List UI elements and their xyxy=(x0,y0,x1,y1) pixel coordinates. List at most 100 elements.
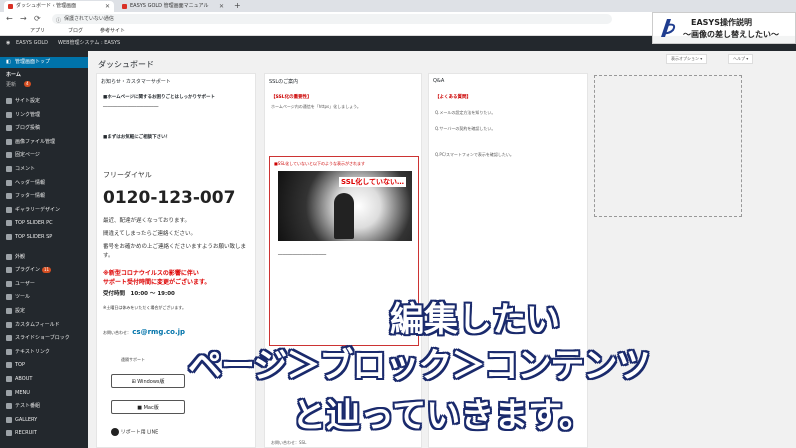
button-label: Windows版 xyxy=(137,379,165,385)
admin-bar-system[interactable]: WEB管理システム : EASYS xyxy=(58,36,120,51)
qa-item[interactable]: Q.サーバーの契約を確認したい。 xyxy=(435,126,495,132)
screen-options-button[interactable]: 表示オプション ▾ xyxy=(666,54,708,64)
support-body-3: 番号をお確かめの上ご連絡くださいますようお願い致します。 xyxy=(103,244,247,259)
forward-button[interactable]: → xyxy=(20,12,27,26)
support-email-link[interactable]: cs@rmg.co.jp xyxy=(132,328,185,336)
caption-line-1: 編集したい xyxy=(390,300,560,340)
sidebar-item-dashboard[interactable]: ◧ 管理画面トップ xyxy=(0,57,88,68)
line-support-row[interactable]: リポート用 LINE xyxy=(111,428,158,436)
menu-icon xyxy=(6,308,12,314)
info-icon[interactable]: ⓘ xyxy=(56,16,61,26)
sidebar-item[interactable]: TOP xyxy=(0,359,88,371)
menu-icon xyxy=(6,220,12,227)
help-button[interactable]: ヘルプ ▾ xyxy=(728,54,754,64)
reload-button[interactable]: ⟳ xyxy=(34,12,41,26)
sidebar-sub-label: ホーム xyxy=(6,72,21,78)
sidebar-item[interactable]: サイト設定 xyxy=(0,95,88,107)
bookmark-item[interactable]: アプリ xyxy=(30,26,45,36)
sidebar-item[interactable]: フッター情報 xyxy=(0,190,88,202)
menu-icon xyxy=(6,280,12,287)
sidebar-item-label: ユーザー xyxy=(15,280,35,287)
sidebar-item[interactable]: プラグイン 11 xyxy=(0,264,88,276)
sidebar-item[interactable]: リンク管理 xyxy=(0,109,88,121)
support-body-1: 最近、配達が遅くなっております。 xyxy=(103,218,191,224)
sidebar-item[interactable]: GALLERY xyxy=(0,414,88,426)
sidebar-item[interactable]: 外観 xyxy=(0,251,88,263)
menu-icon xyxy=(6,335,12,342)
sidebar-item[interactable]: MENU xyxy=(0,387,88,399)
new-tab-button[interactable]: + xyxy=(234,0,241,12)
menu-icon xyxy=(6,362,12,369)
sidebar-item[interactable]: ブログ投稿 xyxy=(0,122,88,134)
browser-tab-manual[interactable]: EASYS GOLD 管理画面マニュアル ✕ xyxy=(118,1,228,12)
favicon-icon xyxy=(122,4,127,9)
tab-label: ダッシュボード ‹ 管理画面 xyxy=(16,3,77,9)
support-subheading: ■ホームページに関するお困りごとはしっかりサポート xyxy=(103,95,216,100)
menu-icon xyxy=(6,403,12,410)
close-tab-icon[interactable]: ✕ xyxy=(105,1,110,12)
menu-icon xyxy=(6,430,12,437)
mac-download-button[interactable]: ■ Mac版 xyxy=(111,400,185,414)
menu-icon xyxy=(6,416,12,423)
sidebar-item[interactable]: カスタムフィールド xyxy=(0,319,88,331)
sidebar-item[interactable]: ヘッダー情報 xyxy=(0,177,88,189)
sidebar-item[interactable]: ツール xyxy=(0,291,88,303)
address-bar[interactable]: ⓘ 保護されていない通信 xyxy=(52,14,612,24)
sidebar-item[interactable]: 画像ファイル管理 xyxy=(0,136,88,148)
sidebar-item[interactable]: TOP SLIDER SP xyxy=(0,231,88,243)
menu-icon xyxy=(6,179,12,186)
sidebar-item[interactable]: ABOUT xyxy=(0,373,88,385)
sidebar-item[interactable]: コメント xyxy=(0,163,88,175)
sidebar-item[interactable]: ユーザー xyxy=(0,278,88,290)
menu-icon xyxy=(6,138,12,145)
menu-icon xyxy=(6,234,12,240)
caption-line-3: と辿っていきます。 xyxy=(292,396,593,436)
sidebar-item-label: 外観 xyxy=(15,253,26,260)
widget-drop-area xyxy=(594,75,742,217)
sidebar-item[interactable]: テスト番組 xyxy=(0,400,88,412)
panel-heading: SSLのご案内 xyxy=(269,79,299,85)
sidebar-item-label: TOP SLIDER SP xyxy=(15,234,53,240)
menu-icon xyxy=(6,267,12,274)
sidebar-item[interactable]: ギャラリーデザイン xyxy=(0,204,88,216)
sidebar-item[interactable]: 設定 xyxy=(0,305,88,317)
ssl-intro: ホームページ内の通信を「https」化しましょう。 xyxy=(271,104,361,109)
menu-icon xyxy=(6,321,12,328)
close-tab-icon[interactable]: ✕ xyxy=(219,1,224,12)
sidebar-item[interactable]: TOP SLIDER PC xyxy=(0,217,88,229)
easys-logo-box: EASYS操作説明 〜画像の差し替えしたい〜 xyxy=(652,12,796,44)
sidebar-item-label: ヘッダー情報 xyxy=(15,179,46,186)
sidebar-item[interactable]: 固定ページ xyxy=(0,149,88,161)
bookmark-item[interactable]: ブログ xyxy=(68,26,83,36)
sidebar-item-label: リンク管理 xyxy=(15,111,41,118)
qa-item[interactable]: Q.PC/スマートフォンで表示を確認したい。 xyxy=(435,152,514,158)
email-row: お問い合わせ： cs@rmg.co.jp xyxy=(103,328,185,337)
ssl-box-title: ■SSL化していないと以下のような表示がされます xyxy=(274,161,365,166)
qa-item[interactable]: Q.メールの設定方法を知りたい。 xyxy=(435,110,495,116)
admin-bar-site[interactable]: EASYS GOLD xyxy=(16,36,48,51)
bookmark-item[interactable]: 参考サイト xyxy=(100,26,125,36)
sidebar-item-label: コメント xyxy=(15,166,36,172)
qa-subheading: 【よくある質問】 xyxy=(435,95,471,100)
sidebar-item-label: テスト番組 xyxy=(15,403,41,410)
sidebar-item-label: サイト設定 xyxy=(15,98,41,104)
sidebar-item[interactable]: スライドショーブロック xyxy=(0,332,88,344)
sidebar-item-label: 設定 xyxy=(15,308,26,314)
sidebar-item-label: 管理画面トップ xyxy=(15,59,51,65)
sidebar-item-label: フッター情報 xyxy=(15,193,46,200)
menu-icon xyxy=(6,376,12,382)
sidebar-item-label: ギャラリーデザイン xyxy=(15,206,61,213)
wp-logo-icon[interactable]: ◉ xyxy=(6,36,10,51)
support-body-2: 間違えてしまったらご連絡ください。 xyxy=(103,231,197,237)
back-button[interactable]: ← xyxy=(6,12,13,26)
sidebar-item[interactable]: RECRUIT xyxy=(0,427,88,439)
browser-tab-dashboard[interactable]: ダッシュボード ‹ 管理画面 ✕ xyxy=(4,1,114,12)
sidebar-item-label: TOP SLIDER PC xyxy=(15,220,53,227)
dashboard-icon: ◧ xyxy=(6,59,11,65)
support-panel: お知らせ・カスタマーサポート ■ホームページに関するお困りごとはしっかりサポート… xyxy=(96,73,256,448)
menu-icon xyxy=(6,253,12,260)
windows-download-button[interactable]: ⊞ Windows版 xyxy=(111,374,185,388)
logo-title: EASYS操作説明 xyxy=(691,18,752,27)
sidebar-item[interactable]: テキストリンク xyxy=(0,346,88,358)
menu-icon xyxy=(6,193,12,200)
